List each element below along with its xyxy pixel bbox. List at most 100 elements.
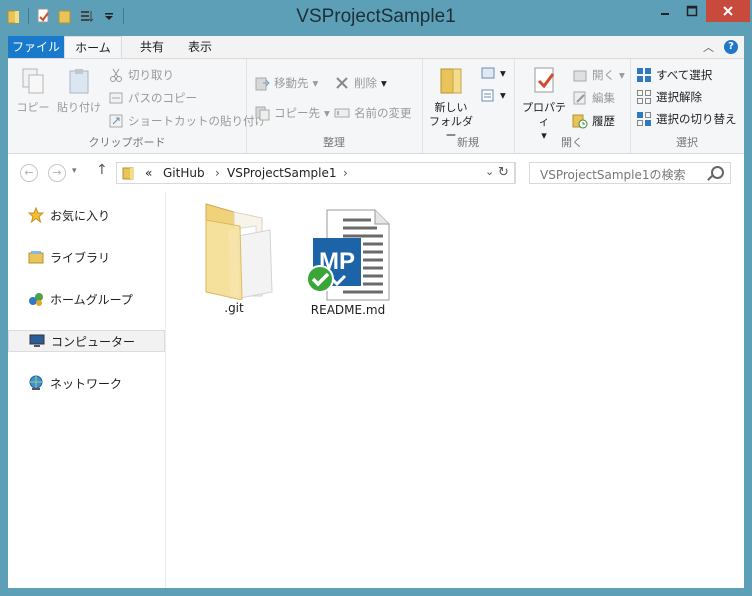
history-button[interactable]: 履歴 — [572, 113, 615, 129]
move-icon — [254, 75, 270, 91]
history-icon — [572, 113, 588, 129]
ribbon: コピー 貼り付け 切り取り パスのコピー ショートカットの貼り付け クリップボー… — [8, 58, 744, 154]
select-none-button[interactable]: 選択解除 — [636, 89, 702, 105]
move-to-button[interactable]: 移動先 ▾ — [254, 75, 318, 91]
chevron-up-icon[interactable]: ︿ — [703, 39, 714, 55]
breadcrumb-vsprojectsample1[interactable]: VSProjectSample1 — [227, 166, 337, 180]
refresh-icon: ↻ — [498, 165, 509, 180]
group-clipboard: コピー 貼り付け 切り取り パスのコピー ショートカットの貼り付け クリップボー… — [8, 59, 266, 153]
delete-icon — [334, 75, 350, 91]
copy-label: コピー — [16, 101, 50, 114]
recent-locations-icon[interactable]: ▾ — [72, 166, 77, 176]
nav-item-libraries[interactable]: ライブラリ — [8, 246, 165, 268]
group-label: クリップボード — [88, 136, 166, 149]
ribbon-tabs: ファイル ホーム 共有 表示 ︿ ? — [8, 36, 744, 58]
nav-item-computer[interactable]: コンピューター — [8, 330, 165, 352]
nav-item-label: コンピューター — [51, 334, 136, 349]
forward-button[interactable]: → — [48, 164, 66, 182]
group-open: プロパティ ▾ 開く ▾ 編集 履歴 開く — [514, 59, 631, 153]
chevron-right-icon[interactable]: › — [343, 166, 348, 180]
group-label: 整理 — [323, 136, 345, 149]
copy-to-icon — [254, 105, 270, 121]
back-button[interactable]: ← — [20, 164, 38, 182]
group-organize: 移動先 ▾ コピー先 ▾ 削除 ▾ 名前の変更 整理 — [246, 59, 423, 153]
group-label: 開く — [561, 136, 583, 149]
address-bar[interactable]: « GitHub › VSProjectSample1 › ⌄ — [116, 162, 516, 184]
window-title: VSProjectSample1 — [296, 6, 456, 27]
minimize-button[interactable] — [652, 0, 678, 22]
easy-access-icon — [480, 87, 496, 103]
properties-button[interactable]: プロパティ ▾ — [518, 65, 570, 143]
paste-icon — [69, 69, 89, 94]
copy-path-button[interactable]: パスのコピー — [108, 90, 197, 106]
refresh-button[interactable]: ↻ — [493, 162, 515, 184]
file-name: README.md — [310, 303, 386, 317]
maximize-button[interactable] — [679, 0, 705, 22]
invert-selection-label: 選択の切り替え — [656, 112, 737, 126]
scissors-icon — [108, 67, 124, 83]
group-label: 新規 — [457, 136, 479, 149]
file-item-readme[interactable]: MP README.md — [298, 206, 398, 317]
rename-button[interactable]: 名前の変更 — [334, 105, 412, 121]
open-icon — [572, 67, 588, 83]
file-item-git[interactable]: .git — [184, 200, 284, 315]
search-icon[interactable] — [711, 166, 724, 179]
paste-button[interactable]: 貼り付け — [56, 67, 102, 115]
chevron-right-icon[interactable]: › — [215, 166, 220, 180]
copy-button[interactable]: コピー — [16, 67, 50, 115]
open-button[interactable]: 開く ▾ — [572, 67, 625, 83]
help-icon[interactable]: ? — [724, 40, 738, 54]
copy-to-label: コピー先 — [274, 106, 320, 120]
rename-icon — [334, 105, 350, 121]
properties-label: プロパティ — [522, 101, 566, 128]
title-bar: VSProjectSample1 — [0, 0, 752, 36]
new-folder-icon — [440, 68, 462, 94]
dropdown-arrow-icon: ▾ — [619, 68, 625, 82]
search-placeholder: VSProjectSample1の検索 — [540, 168, 686, 182]
nav-item-favorites[interactable]: お気に入り — [8, 204, 165, 226]
nav-item-label: お気に入り — [50, 208, 111, 223]
easy-access-button[interactable]: ▾ — [480, 87, 506, 103]
history-label: 履歴 — [592, 114, 615, 128]
edit-label: 編集 — [592, 91, 615, 105]
edit-button[interactable]: 編集 — [572, 90, 615, 106]
select-none-label: 選択解除 — [656, 90, 702, 104]
main-area: お気に入り ライブラリ ホームグループ コンピューター ネットワーク .git … — [8, 192, 744, 588]
folder-icon — [205, 203, 273, 301]
tab-view[interactable]: 表示 — [180, 36, 220, 58]
tab-file[interactable]: ファイル — [8, 36, 64, 58]
select-all-label: すべて選択 — [656, 68, 713, 82]
cut-label: 切り取り — [128, 68, 174, 82]
new-item-button[interactable]: ▾ — [480, 65, 506, 81]
shortcut-icon — [108, 113, 124, 129]
library-icon — [28, 249, 44, 265]
select-all-button[interactable]: すべて選択 — [636, 67, 712, 83]
invert-selection-button[interactable]: 選択の切り替え — [636, 111, 737, 127]
nav-item-homegroup[interactable]: ホームグループ — [8, 288, 165, 310]
nav-item-label: ネットワーク — [50, 376, 123, 391]
search-input[interactable]: VSProjectSample1の検索 — [529, 162, 731, 184]
dropdown-arrow-icon: ▾ — [312, 76, 319, 90]
nav-item-label: ホームグループ — [50, 292, 133, 307]
network-icon — [28, 375, 44, 391]
computer-icon — [29, 333, 45, 349]
breadcrumb-overflow[interactable]: « — [145, 166, 152, 180]
up-button[interactable]: ↑ — [96, 162, 108, 178]
copy-to-button[interactable]: コピー先 ▾ — [254, 105, 330, 121]
dropdown-arrow-icon: ▾ — [381, 76, 387, 90]
breadcrumb-github[interactable]: GitHub — [163, 166, 205, 180]
delete-button[interactable]: 削除 ▾ — [334, 75, 387, 91]
new-item-icon — [480, 65, 496, 81]
group-select: すべて選択 選択解除 選択の切り替え 選択 — [630, 59, 744, 153]
tab-home[interactable]: ホーム — [64, 36, 122, 58]
close-button[interactable] — [706, 0, 750, 22]
delete-label: 削除 — [354, 76, 377, 90]
edit-icon — [572, 90, 588, 106]
copy-path-icon — [108, 90, 124, 106]
nav-item-network[interactable]: ネットワーク — [8, 372, 165, 394]
new-folder-button[interactable]: 新しい フォルダー — [426, 65, 476, 143]
tab-share[interactable]: 共有 — [132, 36, 172, 58]
paste-shortcut-button[interactable]: ショートカットの貼り付け — [108, 113, 266, 129]
cut-button[interactable]: 切り取り — [108, 67, 174, 83]
dropdown-arrow-icon: ▾ — [500, 88, 506, 102]
